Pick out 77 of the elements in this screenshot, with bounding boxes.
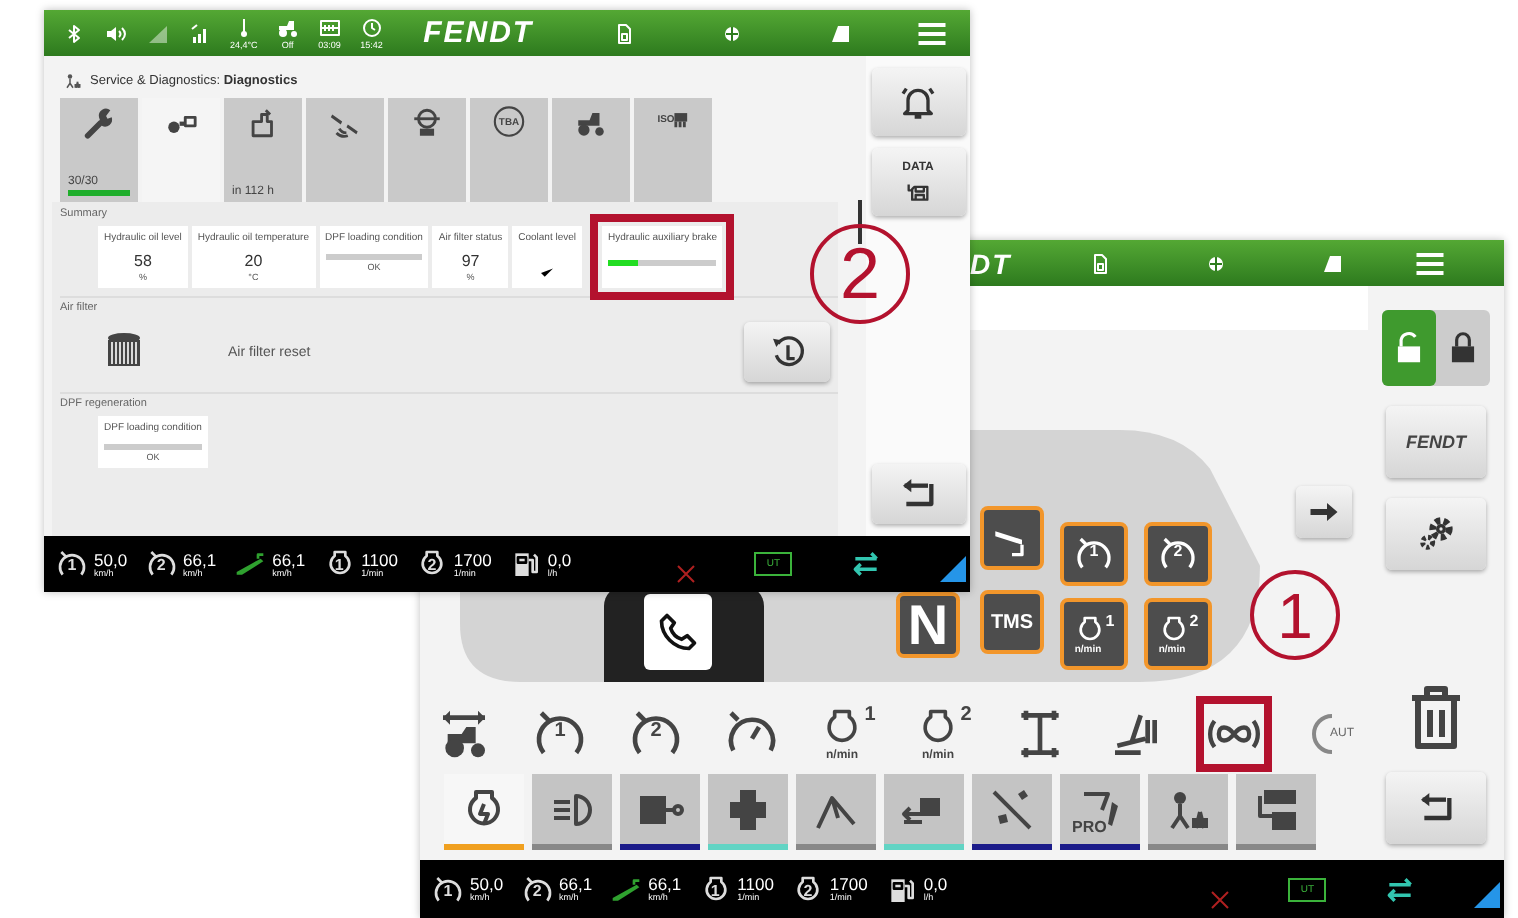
tools-icon (988, 785, 1036, 833)
brand-button[interactable]: FENDT (1386, 406, 1486, 478)
next-button[interactable] (1296, 486, 1352, 538)
reading-value: 1100 (361, 551, 398, 567)
axle-icon (410, 106, 444, 140)
field-icon (828, 21, 853, 45)
reading-value: 50,0 (94, 551, 128, 567)
cruise-control-button[interactable]: 1 (1060, 522, 1128, 586)
signal-icon (188, 21, 212, 45)
reading-value: 0,0 (547, 551, 572, 567)
function-tab[interactable] (620, 774, 700, 850)
function-tab[interactable] (532, 774, 612, 850)
speaker-icon (104, 21, 128, 45)
gear-icon (1416, 514, 1456, 554)
reading-value: 1100 (737, 876, 774, 892)
phone-button[interactable] (644, 594, 712, 670)
reading-value: 66,1 (559, 876, 593, 892)
scroll-bar[interactable] (858, 200, 862, 244)
reset-button[interactable] (744, 322, 830, 382)
engine-speed-icon: 1 (699, 873, 732, 905)
reset-icon (767, 332, 807, 372)
globe-icon (1204, 251, 1228, 275)
implement-icon (64, 71, 82, 89)
open-padlock-icon (1382, 310, 1436, 386)
fuel-pump-icon (885, 873, 918, 905)
field-icon (1320, 251, 1344, 275)
engine-speed-icon: 1 (323, 548, 356, 580)
phone-icon (656, 610, 700, 654)
lock-toggle[interactable] (1382, 310, 1490, 386)
meter-icon (317, 16, 342, 40)
fuel-pump-icon (509, 548, 542, 580)
swap-arrows-icon[interactable] (848, 548, 884, 580)
tractor-icon (275, 16, 300, 40)
swap-arrows-icon[interactable] (1382, 873, 1418, 905)
ground-speed-icon (610, 873, 643, 905)
function-tab[interactable]: PRO (1060, 774, 1140, 850)
engine-speed-icon: 2 (791, 873, 824, 905)
ground-speed-icon (234, 548, 267, 580)
category-tab[interactable] (552, 98, 630, 202)
corner-mark (1474, 881, 1500, 907)
reading-value: 1700 (453, 551, 492, 567)
back-button[interactable] (1386, 772, 1486, 844)
function-tab[interactable] (972, 774, 1052, 850)
pto-shaft-icon (724, 785, 772, 833)
bell-icon (898, 82, 938, 122)
no-signal-icon (1208, 887, 1233, 911)
function-tab[interactable] (1148, 774, 1228, 850)
reading-value: 66,1 (272, 551, 306, 567)
wrench-icon (82, 106, 116, 140)
brand-logo: DT (970, 247, 1014, 279)
display-icon (1252, 785, 1300, 833)
callout-marker: 1 (1250, 570, 1340, 660)
signal-icon (146, 21, 170, 45)
function-tab[interactable] (444, 774, 524, 850)
corner-mark (940, 556, 966, 582)
globe-icon (720, 21, 745, 45)
function-tab[interactable] (1236, 774, 1316, 850)
engine-speed-icon: 2 (415, 548, 448, 580)
reading-value: 66,1 (183, 551, 217, 567)
reading-value: 1700 (829, 876, 868, 892)
neutral-button[interactable]: N (896, 592, 960, 658)
sim-card-icon (1088, 251, 1112, 275)
category-tab[interactable] (388, 98, 466, 202)
settings-button[interactable] (1386, 498, 1486, 570)
clock-icon (359, 16, 384, 40)
reading-value: 0,0 (923, 876, 948, 892)
pedal-button[interactable] (980, 506, 1044, 570)
cruise-control-button[interactable]: 2 (1144, 522, 1212, 586)
no-signal-icon (674, 562, 699, 586)
reading-value: 50,0 (470, 876, 504, 892)
tms-button[interactable]: TMS (980, 590, 1044, 654)
callout-marker: 2 (810, 224, 910, 324)
alarm-button[interactable] (871, 68, 965, 136)
back-button[interactable] (871, 464, 965, 524)
function-tab[interactable] (796, 774, 876, 850)
reading-value: 66,1 (648, 876, 682, 892)
brand-logo: FENDT (423, 16, 536, 50)
